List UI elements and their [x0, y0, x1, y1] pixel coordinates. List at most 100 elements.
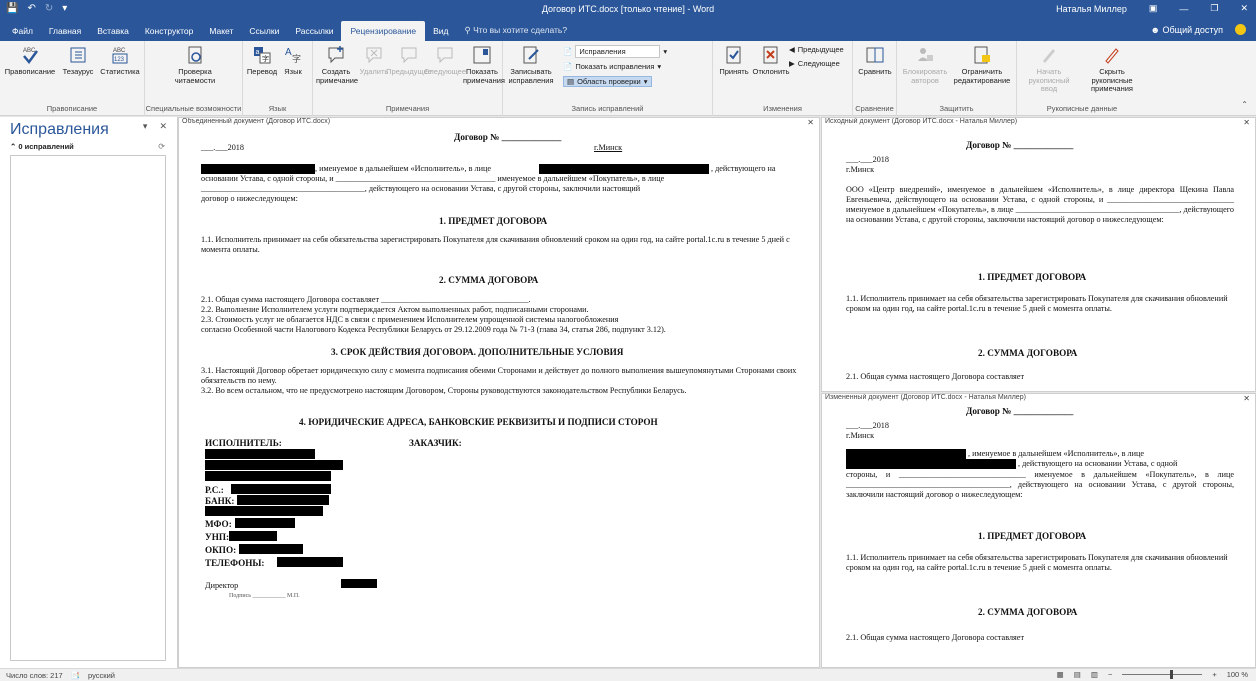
zoom-in-icon[interactable]: +	[1212, 670, 1216, 679]
redacted-block	[205, 506, 323, 516]
doc-date: ___.___2018	[846, 421, 889, 430]
track-changes-button[interactable]: Записывать исправления	[505, 44, 557, 85]
proofing-icon[interactable]: 📑	[71, 671, 80, 680]
collapse-ribbon-icon[interactable]: ⌃	[1241, 100, 1248, 109]
tab-design[interactable]: Конструктор	[137, 26, 201, 41]
refresh-icon[interactable]: ⟳	[158, 142, 165, 151]
markup-select[interactable]: 📄 Исправления ▾	[563, 45, 667, 58]
svg-text:A: A	[285, 47, 292, 58]
delete-comment-icon	[363, 44, 385, 66]
tab-review[interactable]: Рецензирование	[341, 21, 426, 41]
tab-file[interactable]: Файл	[4, 26, 41, 41]
doc-city: г.Минск	[846, 165, 875, 174]
word-count-button[interactable]: ABC 123 Статистика	[98, 44, 142, 77]
tab-view[interactable]: Вид	[425, 26, 456, 41]
word-count[interactable]: Число слов: 217	[6, 671, 63, 680]
reviewing-pane-button[interactable]: ▤ Область проверки ▾	[563, 76, 652, 87]
markup-select-value: Исправления	[575, 45, 661, 58]
redacted-block	[205, 471, 331, 481]
print-layout-icon[interactable]: ▤	[1074, 670, 1081, 679]
accept-label: Принять	[719, 67, 749, 76]
tab-insert[interactable]: Вставка	[89, 26, 137, 41]
close-icon[interactable]: ✕	[159, 121, 167, 132]
revised-document-body[interactable]: Договор № _____________ ___.___2018 г.Ми…	[846, 406, 1234, 664]
reviewing-pane-icon: ▤	[567, 77, 575, 86]
close-icon[interactable]: ✕	[807, 118, 814, 127]
group-label-accessibility: Специальные возможности	[145, 104, 242, 113]
group-changes: Принять Отклонить ◀ Предыдущее ▶ Следующ…	[713, 41, 853, 116]
prev-comment-button[interactable]: Предыдущее	[386, 44, 432, 77]
close-icon[interactable]: ✕	[1243, 394, 1250, 403]
group-label-comments: Примечания	[385, 104, 430, 113]
svg-text:ABC: ABC	[113, 48, 126, 54]
combined-document-body[interactable]: Договор № _____________ ___.___2018 г.Ми…	[201, 132, 799, 662]
restrict-editing-button[interactable]: Ограничить редактирование	[951, 44, 1013, 85]
close-icon[interactable]: ✕	[1243, 118, 1250, 127]
zoom-out-icon[interactable]: −	[1108, 670, 1112, 679]
block-authors-button[interactable]: Блокировать авторов	[901, 44, 949, 85]
clause-1-1: 1.1. Исполнитель принимает на себя обяза…	[846, 553, 1228, 572]
language-indicator[interactable]: русский	[88, 671, 115, 680]
intro-text-3: стороны, и _____________________________…	[846, 470, 1234, 499]
revised-document-title: Измененный документ (Договор ИТС.docx - …	[825, 394, 1026, 401]
zoom-level[interactable]: 100 %	[1227, 670, 1248, 679]
close-icon[interactable]: ✕	[1240, 3, 1248, 14]
redacted-block	[201, 164, 315, 174]
tab-home[interactable]: Главная	[41, 26, 89, 41]
doc-date: ___.___2018	[201, 143, 244, 152]
show-markup-button[interactable]: 📄 Показать исправления ▾	[563, 62, 661, 71]
tab-references[interactable]: Ссылки	[241, 26, 287, 41]
minimize-icon[interactable]: —	[1179, 4, 1188, 14]
thesaurus-button[interactable]: Тезаурус	[60, 44, 96, 77]
share-button[interactable]: ☻ Общий доступ	[1151, 25, 1223, 35]
new-comment-button[interactable]: Создать примечание	[315, 44, 358, 85]
thesaurus-icon	[67, 44, 89, 66]
maximize-icon[interactable]: ❐	[1210, 3, 1218, 14]
translate-button[interactable]: a字 Перевод	[247, 44, 277, 77]
language-icon: A字	[282, 44, 304, 66]
start-inking-button[interactable]: Начать рукописный ввод	[1021, 44, 1077, 94]
redacted-block	[229, 531, 277, 541]
track-changes-label: Записывать исправления	[508, 67, 554, 85]
redacted-block	[237, 495, 329, 505]
restrict-editing-label: Ограничить редактирование	[953, 67, 1011, 85]
tab-mailings[interactable]: Рассылки	[287, 26, 341, 41]
word-count-icon: ABC 123	[109, 44, 131, 66]
pane-options-icon[interactable]: ▾	[143, 121, 148, 132]
revisions-pane: Исправления ▾ ✕ ⌃ 0 исправлений ⟳	[0, 117, 178, 668]
section-heading-3: 3. СРОК ДЕЙСТВИЯ ДОГОВОРА. ДОПОЛНИТЕЛЬНЫ…	[331, 347, 624, 357]
tab-layout[interactable]: Макет	[201, 26, 241, 41]
revisions-count-label: 0 исправлений	[18, 142, 74, 151]
web-layout-icon[interactable]: ▥	[1091, 670, 1098, 679]
search-icon: ⚲	[464, 25, 474, 35]
compare-button[interactable]: Сравнить	[857, 44, 893, 77]
prev-change-button[interactable]: ◀ Предыдущее	[789, 45, 844, 54]
intro-text-1: , именуемое в дальнейшем «Исполнитель», …	[315, 164, 491, 173]
zoom-slider[interactable]	[1122, 670, 1203, 679]
next-comment-button[interactable]: Следующее	[424, 44, 466, 77]
delete-comment-button[interactable]: Удалить	[359, 44, 389, 77]
show-comments-button[interactable]: Показать примечания	[463, 44, 505, 85]
revisions-count[interactable]: ⌃ 0 исправлений	[10, 142, 74, 151]
accept-button[interactable]: Принять	[717, 44, 751, 77]
next-change-button[interactable]: ▶ Следующее	[789, 59, 840, 68]
original-document-body[interactable]: Договор № _____________ ___.___2018 г.Ми…	[846, 140, 1234, 388]
revisions-list[interactable]	[10, 155, 166, 661]
tell-me-text: Что вы хотите сделать?	[473, 25, 568, 35]
tell-me-box[interactable]: ⚲ Что вы хотите сделать?	[457, 25, 576, 41]
title-bar: 💾 ↶ ↻ ▾ Договор ИТС.docx [только чтение]…	[0, 0, 1256, 19]
spelling-button[interactable]: ABC Правописание	[4, 44, 56, 77]
language-button[interactable]: A字 Язык	[279, 44, 307, 77]
accessibility-check-button[interactable]: Проверка читаемости	[165, 44, 225, 85]
reject-button[interactable]: Отклонить	[753, 44, 789, 77]
read-mode-icon[interactable]: ▦	[1057, 670, 1064, 679]
user-name[interactable]: Наталья Миллер	[1056, 4, 1127, 14]
intro-text-4: ________________________________________…	[201, 184, 641, 193]
hide-ink-button[interactable]: Скрыть рукописные примечания	[1079, 44, 1145, 94]
ribbon-display-icon[interactable]: ▣	[1149, 3, 1158, 14]
feedback-icon[interactable]	[1235, 24, 1246, 35]
clause-1-1: 1.1. Исполнитель принимает на себя обяза…	[846, 294, 1228, 313]
doc-date: ___.___2018	[846, 155, 889, 164]
clause-2-1: 2.1. Общая сумма настоящего Договора сос…	[846, 633, 1025, 642]
start-inking-label: Начать рукописный ввод	[1028, 67, 1070, 93]
